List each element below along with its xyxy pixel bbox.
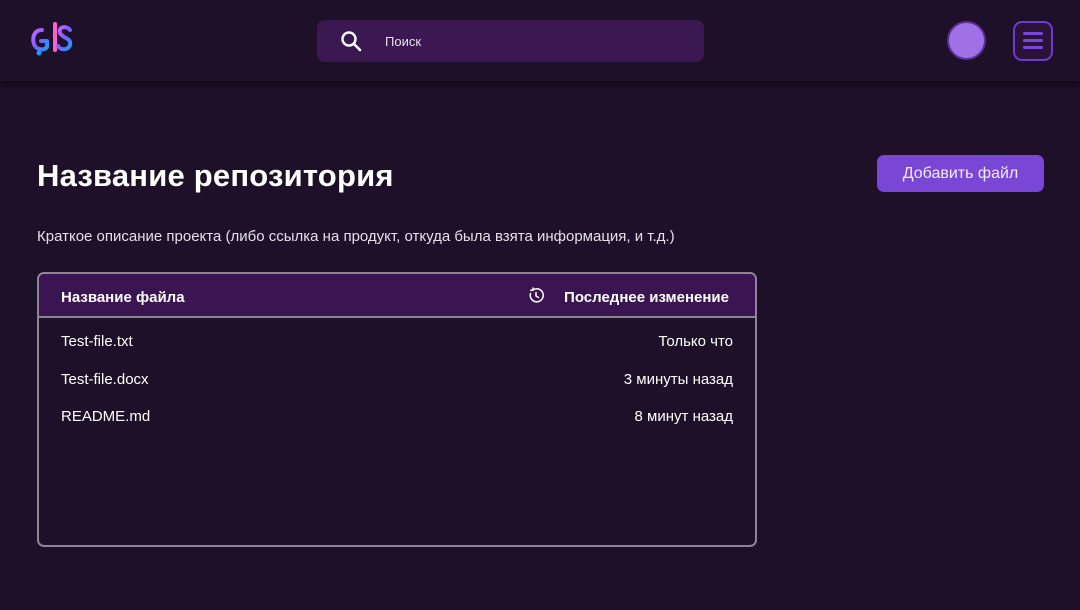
table-row[interactable]: Test-file.docx 3 минуты назад [39,365,755,395]
file-table: Название файла Последнее изменение Test-… [37,272,757,547]
file-last-changed: Только что [658,333,733,350]
logo-icon[interactable] [28,20,76,60]
add-file-button[interactable]: Добавить файл [877,155,1044,192]
table-row[interactable]: Test-file.txt Только что [39,327,755,357]
search-icon [341,31,362,52]
column-header-last-changed[interactable]: Последнее изменение [564,289,729,306]
avatar[interactable] [947,21,986,60]
file-last-changed: 8 минут назад [634,408,733,425]
search-input[interactable] [385,20,685,62]
column-header-name[interactable]: Название файла [61,289,185,306]
file-name[interactable]: Test-file.docx [61,371,149,388]
table-row[interactable]: README.md 8 минут назад [39,402,755,432]
top-navigation-bar [0,0,1080,82]
page-title: Название репозитория [37,158,394,193]
file-last-changed: 3 минуты назад [623,371,733,388]
table-header: Название файла Последнее изменение [39,274,755,318]
menu-button[interactable] [1013,21,1053,61]
file-name[interactable]: README.md [61,408,150,425]
history-icon [529,287,544,303]
repo-description: Краткое описание проекта (либо ссылка на… [37,228,675,245]
file-name[interactable]: Test-file.txt [61,333,133,350]
search-bar[interactable] [317,20,704,62]
